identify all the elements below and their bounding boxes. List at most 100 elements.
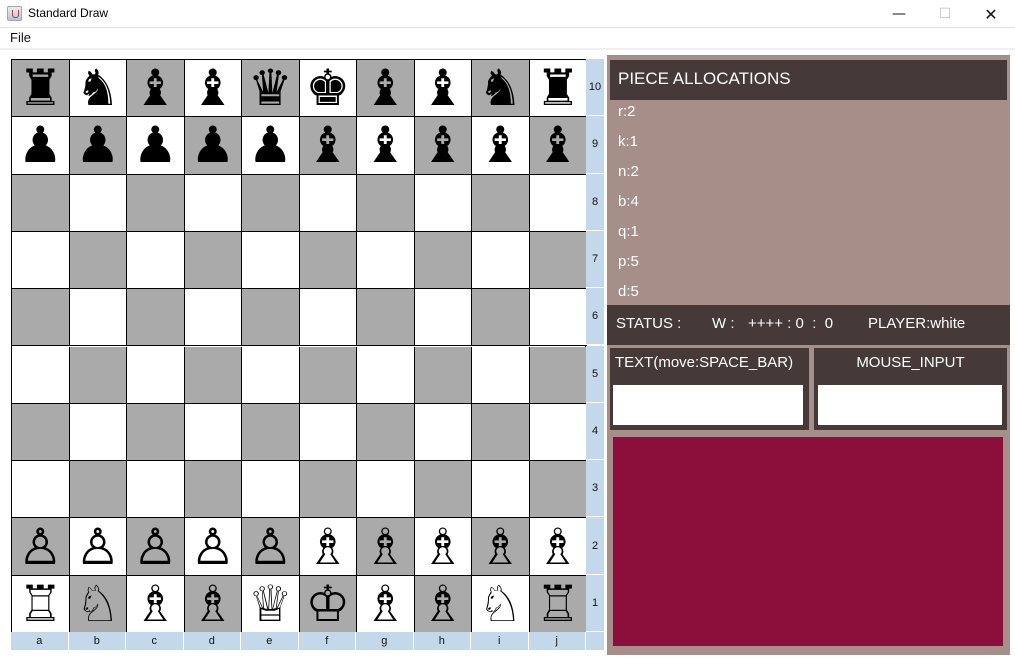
square-f2[interactable]: ♗ (299, 518, 357, 576)
square-h9[interactable]: ♝ (414, 117, 472, 175)
square-e5[interactable] (242, 346, 300, 404)
square-c10[interactable]: ♝ (127, 60, 185, 118)
square-a7[interactable] (12, 231, 70, 290)
white-king-piece[interactable]: ♔ (305, 579, 350, 629)
close-button[interactable]: ✕ (968, 0, 1014, 28)
mouse-input-field[interactable] (818, 385, 1002, 425)
square-b9[interactable]: ♟ (69, 117, 127, 175)
square-b7[interactable] (69, 231, 127, 290)
square-h8[interactable] (414, 174, 472, 232)
square-h1[interactable]: ♗ (414, 575, 472, 633)
square-c4[interactable] (127, 403, 185, 462)
square-e8[interactable] (242, 174, 300, 232)
move-text-input[interactable] (613, 385, 803, 425)
square-g1[interactable]: ♗ (357, 575, 415, 633)
square-d9[interactable]: ♟ (184, 117, 242, 175)
square-d8[interactable] (184, 174, 242, 232)
square-c8[interactable] (127, 174, 185, 232)
black-bishop-piece[interactable]: ♝ (363, 63, 408, 113)
square-h4[interactable] (414, 403, 472, 462)
black-pawn-piece[interactable]: ♟ (18, 120, 63, 170)
square-a3[interactable] (12, 461, 70, 519)
square-c6[interactable] (127, 289, 185, 347)
square-c3[interactable] (127, 461, 185, 519)
black-knight-piece[interactable]: ♞ (478, 63, 523, 113)
square-h3[interactable] (414, 461, 472, 519)
white-bishop-piece[interactable]: ♗ (420, 522, 465, 572)
square-i10[interactable]: ♞ (472, 60, 530, 118)
square-c9[interactable]: ♟ (127, 117, 185, 175)
white-bishop-piece[interactable]: ♗ (190, 579, 235, 629)
square-a9[interactable]: ♟ (12, 117, 70, 175)
square-j7[interactable] (529, 231, 587, 290)
square-a2[interactable]: ♙ (12, 518, 70, 576)
square-b10[interactable]: ♞ (69, 60, 127, 118)
black-knight-piece[interactable]: ♞ (75, 63, 120, 113)
white-bishop-piece[interactable]: ♗ (535, 522, 580, 572)
square-f6[interactable] (299, 289, 357, 347)
square-j2[interactable]: ♗ (529, 518, 587, 576)
square-i4[interactable] (472, 403, 530, 462)
square-d1[interactable]: ♗ (184, 575, 242, 633)
square-i3[interactable] (472, 461, 530, 519)
square-g2[interactable]: ♗ (357, 518, 415, 576)
square-j5[interactable] (529, 346, 587, 404)
square-h6[interactable] (414, 289, 472, 347)
square-g8[interactable] (357, 174, 415, 232)
square-c7[interactable] (127, 231, 185, 290)
white-pawn-piece[interactable]: ♙ (18, 522, 63, 572)
square-b3[interactable] (69, 461, 127, 519)
square-a8[interactable] (12, 174, 70, 232)
white-bishop-piece[interactable]: ♗ (363, 522, 408, 572)
square-e9[interactable]: ♟ (242, 117, 300, 175)
maximize-button[interactable]: ☐ (922, 0, 968, 28)
white-pawn-piece[interactable]: ♙ (248, 522, 293, 572)
white-knight-piece[interactable]: ♘ (75, 579, 120, 629)
black-pawn-piece[interactable]: ♟ (75, 120, 120, 170)
black-bishop-piece[interactable]: ♝ (535, 120, 580, 170)
square-f7[interactable] (299, 231, 357, 290)
square-i9[interactable]: ♝ (472, 117, 530, 175)
square-b6[interactable] (69, 289, 127, 347)
square-e10[interactable]: ♛ (242, 60, 300, 118)
square-h10[interactable]: ♝ (414, 60, 472, 118)
square-b1[interactable]: ♘ (69, 575, 127, 633)
black-bishop-piece[interactable]: ♝ (420, 120, 465, 170)
title-bar[interactable]: Standard Draw — ☐ ✕ (0, 0, 1015, 28)
square-a10[interactable]: ♜ (12, 60, 70, 118)
square-f5[interactable] (299, 346, 357, 404)
white-bishop-piece[interactable]: ♗ (478, 522, 523, 572)
white-knight-piece[interactable]: ♘ (478, 579, 523, 629)
black-king-piece[interactable]: ♚ (305, 63, 350, 113)
square-g3[interactable] (357, 461, 415, 519)
square-g10[interactable]: ♝ (357, 60, 415, 118)
square-f10[interactable]: ♚ (299, 60, 357, 118)
white-bishop-piece[interactable]: ♗ (363, 579, 408, 629)
square-g7[interactable] (357, 231, 415, 290)
white-rook-piece[interactable]: ♖ (18, 579, 63, 629)
square-i5[interactable] (472, 346, 530, 404)
square-e2[interactable]: ♙ (242, 518, 300, 576)
black-pawn-piece[interactable]: ♟ (248, 120, 293, 170)
square-j3[interactable] (529, 461, 587, 519)
white-rook-piece[interactable]: ♖ (535, 579, 580, 629)
square-e4[interactable] (242, 403, 300, 462)
square-g5[interactable] (357, 346, 415, 404)
square-a4[interactable] (12, 403, 70, 462)
white-pawn-piece[interactable]: ♙ (190, 522, 235, 572)
square-a5[interactable] (12, 346, 70, 404)
white-pawn-piece[interactable]: ♙ (133, 522, 178, 572)
square-g4[interactable] (357, 403, 415, 462)
black-rook-piece[interactable]: ♜ (535, 63, 580, 113)
square-f9[interactable]: ♝ (299, 117, 357, 175)
minimize-button[interactable]: — (876, 0, 922, 28)
square-i6[interactable] (472, 289, 530, 347)
square-c1[interactable]: ♗ (127, 575, 185, 633)
square-j1[interactable]: ♖ (529, 575, 587, 633)
square-c2[interactable]: ♙ (127, 518, 185, 576)
black-rook-piece[interactable]: ♜ (18, 63, 63, 113)
white-bishop-piece[interactable]: ♗ (420, 579, 465, 629)
white-queen-piece[interactable]: ♕ (248, 579, 293, 629)
square-a1[interactable]: ♖ (12, 575, 70, 633)
square-d6[interactable] (184, 289, 242, 347)
